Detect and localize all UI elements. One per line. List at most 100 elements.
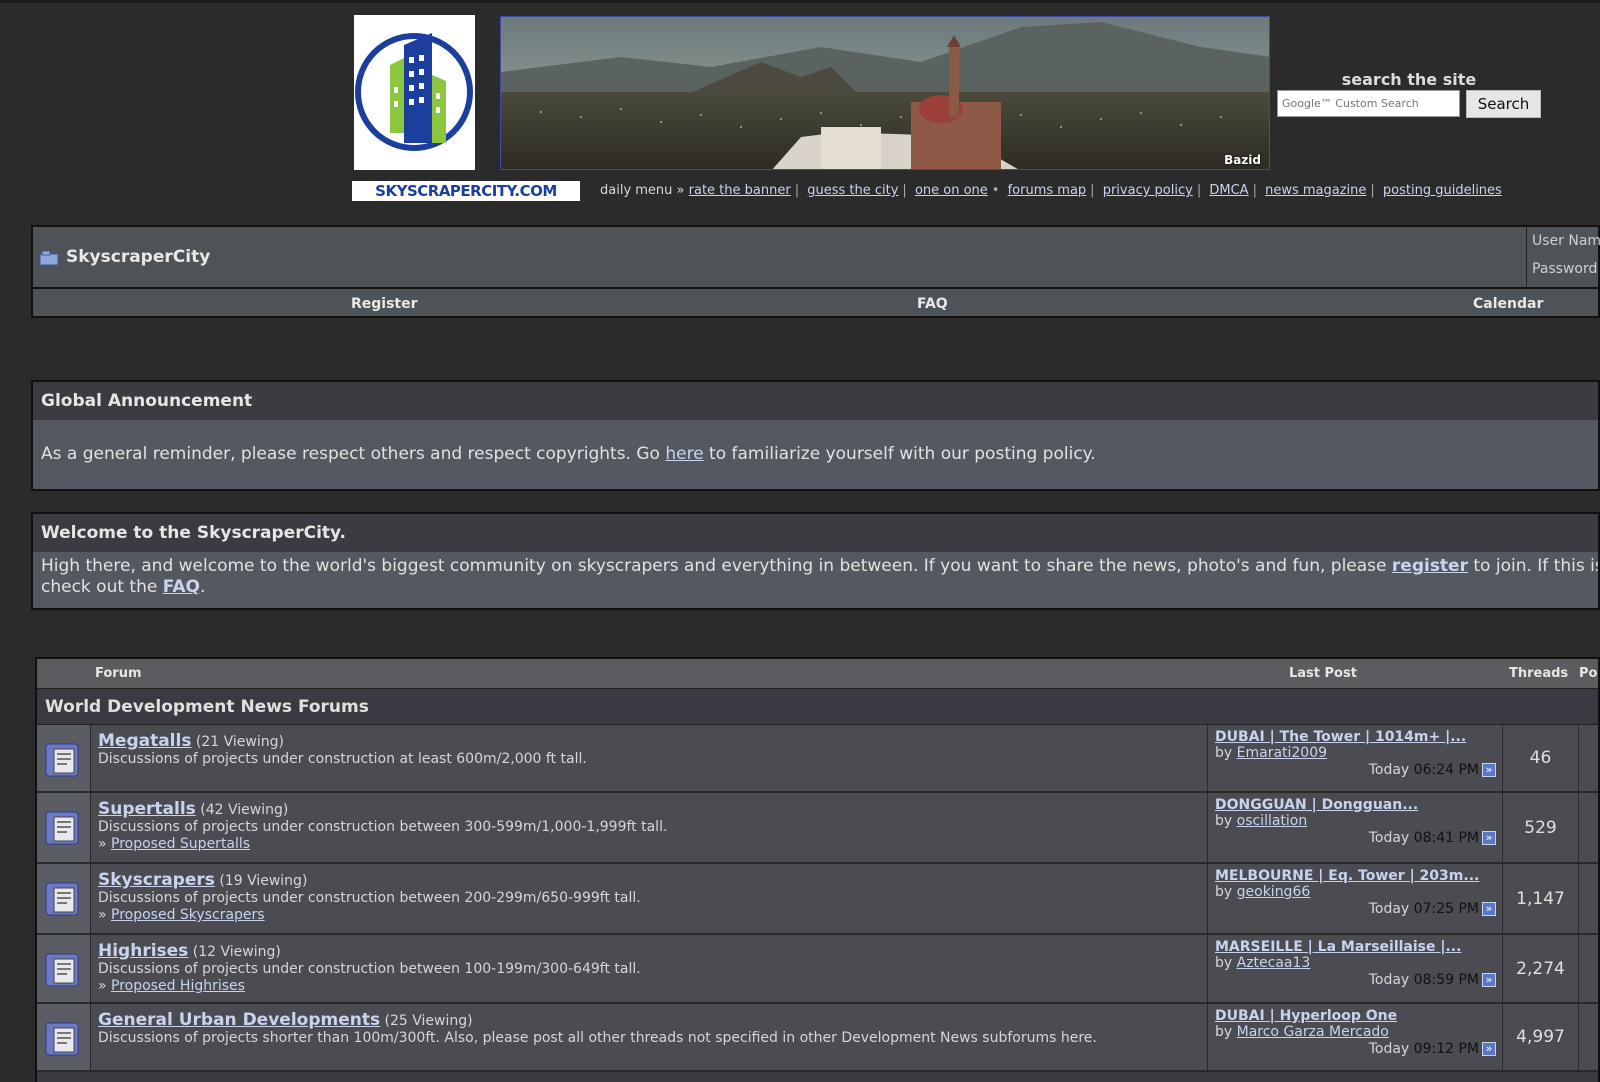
- forum-folder-icon: [45, 809, 81, 849]
- last-post-author: by oscillation: [1215, 813, 1496, 830]
- thread-count: 1,147: [1503, 864, 1579, 933]
- subforum-prefix: »: [98, 907, 112, 923]
- forum-title-link[interactable]: Supertalls: [98, 799, 196, 819]
- calendar-link[interactable]: Calendar: [1473, 296, 1543, 312]
- privacy-policy-link[interactable]: privacy policy: [1103, 183, 1193, 198]
- subforum-link[interactable]: Proposed Highrises: [111, 978, 245, 994]
- col-last-post: Last Post: [1289, 666, 1357, 681]
- global-announcement: Global Announcement As a general reminde…: [31, 380, 1600, 491]
- posting-guidelines-link[interactable]: posting guidelines: [1383, 183, 1502, 198]
- last-post-time: Today 09:12 PM»: [1215, 1041, 1496, 1058]
- forum-icon-cell: [37, 725, 91, 791]
- table-header: Forum Last Post Threads Post: [37, 659, 1598, 688]
- site-logo[interactable]: [354, 15, 475, 170]
- last-post-cell: DUBAI | The Tower | 1014m+ |... by Emara…: [1208, 725, 1503, 791]
- forum-title-link[interactable]: Highrises: [98, 941, 188, 961]
- forum-folder-icon: [45, 741, 81, 781]
- forum-description: Discussions of projects under constructi…: [98, 751, 587, 767]
- forum-row: Highrises (12 Viewing) Discussions of pr…: [37, 935, 1598, 1004]
- forum-title-link[interactable]: General Urban Developments: [98, 1010, 380, 1030]
- last-post-user-link[interactable]: Marco Garza Mercado: [1237, 1024, 1389, 1040]
- go-to-last-post-icon[interactable]: »: [1482, 763, 1496, 777]
- viewing-count: (25 Viewing): [384, 1013, 473, 1029]
- go-to-last-post-icon[interactable]: »: [1482, 831, 1496, 845]
- go-to-last-post-icon[interactable]: »: [1482, 902, 1496, 916]
- forum-title-link[interactable]: Skyscrapers: [98, 870, 215, 890]
- last-post-user-link[interactable]: geoking66: [1237, 884, 1311, 900]
- last-post-thread-link[interactable]: DONGGUAN | Dongguan...: [1215, 797, 1496, 813]
- announcement-text-end: to familiarize yourself with our posting…: [703, 444, 1096, 464]
- rate-banner-link[interactable]: rate the banner: [689, 183, 791, 198]
- forum-icon-cell: [37, 1004, 91, 1070]
- last-post-thread-link[interactable]: DUBAI | Hyperloop One: [1215, 1008, 1496, 1024]
- dmca-link[interactable]: DMCA: [1209, 183, 1248, 198]
- welcome-faq-link[interactable]: FAQ: [163, 577, 200, 597]
- breadcrumb-title: SkyscraperCity: [66, 247, 211, 267]
- last-post-time: Today 08:59 PM»: [1215, 972, 1496, 989]
- welcome-body: High there, and welcome to the world's b…: [33, 552, 1598, 598]
- last-post-author: by geoking66: [1215, 884, 1496, 901]
- subforum-link[interactable]: Proposed Skyscrapers: [111, 907, 265, 923]
- last-post-day: Today: [1368, 762, 1410, 778]
- faq-link[interactable]: FAQ: [917, 296, 948, 312]
- category-title[interactable]: World Development News Forums: [37, 688, 1598, 725]
- last-post-clock: 09:12 PM: [1413, 1041, 1479, 1057]
- last-post-user-link[interactable]: Emarati2009: [1237, 745, 1327, 761]
- post-count: 66,8: [1579, 864, 1598, 933]
- register-link[interactable]: Register: [351, 296, 418, 312]
- post-count: 60,1: [1579, 725, 1598, 791]
- forum-title-link[interactable]: Megatalls: [98, 731, 191, 751]
- last-post-time: Today 07:25 PM»: [1215, 901, 1496, 918]
- last-post-user-link[interactable]: oscillation: [1237, 813, 1308, 829]
- header-banner[interactable]: Bazid: [500, 16, 1270, 170]
- forum-row: Skyscrapers (19 Viewing) Discussions of …: [37, 864, 1598, 935]
- breadcrumb[interactable]: SkyscraperCity: [39, 227, 211, 287]
- last-post-clock: 07:25 PM: [1413, 901, 1479, 917]
- forum-icon-cell: [37, 935, 91, 1002]
- subforum-line: » Proposed Skyscrapers: [98, 907, 1207, 924]
- welcome-title: Welcome to the SkyscraperCity.: [33, 514, 1598, 552]
- search-title: search the site: [1341, 70, 1477, 89]
- last-post-author: by Aztecaa13: [1215, 955, 1496, 972]
- search-input[interactable]: [1277, 90, 1460, 117]
- forum-folder-icon: [45, 880, 81, 920]
- daily-menu-label: daily menu »: [600, 183, 685, 198]
- forum-row: Megatalls (21 Viewing) Discussions of pr…: [37, 725, 1598, 793]
- subforum-prefix: »: [98, 978, 112, 994]
- welcome-text-4: .: [200, 577, 206, 597]
- viewing-count: (19 Viewing): [219, 873, 308, 889]
- last-post-thread-link[interactable]: MELBOURNE | Eq. Tower | 203m...: [1215, 868, 1496, 884]
- last-post-cell: DONGGUAN | Dongguan... by oscillation To…: [1208, 793, 1503, 862]
- forums-map-link[interactable]: forums map: [1008, 183, 1087, 198]
- forum-folder-icon: [45, 1020, 81, 1060]
- col-forum: Forum: [95, 666, 142, 681]
- guess-city-link[interactable]: guess the city: [807, 183, 898, 198]
- last-post-user-link[interactable]: Aztecaa13: [1237, 955, 1311, 971]
- go-to-last-post-icon[interactable]: »: [1482, 1042, 1496, 1056]
- forum-info-cell: General Urban Developments (25 Viewing) …: [91, 1004, 1208, 1070]
- forum-icon-cell: [37, 864, 91, 933]
- search-button[interactable]: Search: [1466, 90, 1541, 118]
- news-magazine-link[interactable]: news magazine: [1265, 183, 1366, 198]
- forum-info-cell: Megatalls (21 Viewing) Discussions of pr…: [91, 725, 1208, 791]
- last-post-thread-link[interactable]: MARSEILLE | La Marseillaise |...: [1215, 939, 1496, 955]
- last-post-clock: 08:59 PM: [1413, 972, 1479, 988]
- daily-menu: daily menu » rate the banner | guess the …: [600, 183, 1502, 198]
- forum-folder-icon: [45, 951, 81, 991]
- last-post-clock: 06:24 PM: [1413, 762, 1479, 778]
- folder-icon: [39, 250, 60, 266]
- last-post-thread-link[interactable]: DUBAI | The Tower | 1014m+ |...: [1215, 729, 1496, 745]
- last-post-day: Today: [1368, 901, 1410, 917]
- subforum-line: » Proposed Highrises: [98, 978, 1207, 995]
- post-count: 163,8: [1579, 793, 1598, 862]
- post-count: 600,7: [1579, 1004, 1598, 1070]
- announcement-here-link[interactable]: here: [665, 444, 703, 464]
- subforum-link[interactable]: Proposed Supertalls: [111, 836, 250, 852]
- go-to-last-post-icon[interactable]: »: [1482, 973, 1496, 987]
- site-name-logo[interactable]: SKYSCRAPERCITY.COM: [352, 181, 580, 201]
- one-on-one-link[interactable]: one on one: [915, 183, 988, 198]
- forum-icon-cell: [37, 793, 91, 862]
- col-threads: Threads: [1509, 666, 1569, 681]
- welcome-register-link[interactable]: register: [1392, 556, 1468, 576]
- forum-description: Discussions of projects under constructi…: [98, 890, 641, 906]
